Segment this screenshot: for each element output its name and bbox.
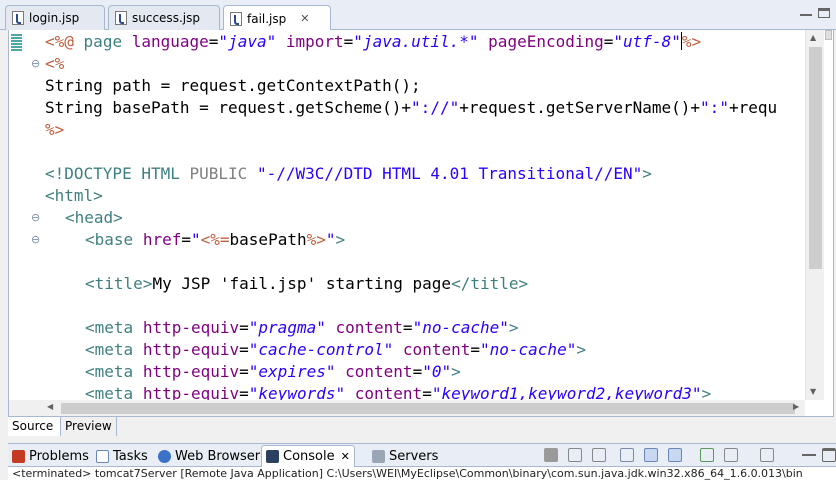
editor-tab-bar: login.jsp success.jsp fail.jsp ✕ [0, 0, 836, 31]
scroll-right-icon[interactable]: ▶ [793, 402, 799, 411]
terminate-icon[interactable] [544, 448, 558, 462]
vertical-scrollbar[interactable]: ▲ ▼ [805, 30, 824, 400]
code-line: <meta http-equiv="expires" content="0"> [85, 362, 461, 381]
code-line: %> [45, 120, 65, 139]
left-edge [0, 30, 8, 480]
fold-icon[interactable]: ⊖ [31, 57, 40, 70]
code-area[interactable]: <%@ page language="java" import="java.ut… [45, 30, 805, 400]
scroll-left-icon[interactable]: ◀ [47, 402, 53, 411]
code-line: <meta http-equiv="pragma" content="no-ca… [85, 318, 519, 337]
fold-icon[interactable]: ⊖ [31, 233, 40, 246]
problems-icon [12, 449, 25, 463]
tasks-icon [96, 449, 109, 463]
tab-label: fail.jsp [247, 11, 287, 26]
show-on-stderr-icon[interactable] [668, 448, 682, 462]
code-line: <!DOCTYPE HTML PUBLIC "-//W3C//DTD HTML … [45, 164, 652, 183]
close-icon[interactable]: ✕ [300, 12, 309, 25]
code-line: <base href="<%=basePath%>"> [85, 230, 346, 249]
annotation-ruler: ⊖ ⊖ ⊖ [9, 30, 45, 400]
tab-fail-jsp[interactable]: fail.jsp ✕ [223, 5, 331, 31]
code-line: <head> [65, 208, 123, 227]
close-icon[interactable]: ✕ [341, 450, 350, 463]
scroll-thumb[interactable] [809, 47, 822, 269]
code-line: <title>My JSP 'fail.jsp' starting page</… [85, 274, 529, 293]
code-line: <meta http-equiv="keywords" content="key… [85, 384, 712, 400]
scroll-lock-icon[interactable] [620, 448, 634, 462]
web-browser-icon [158, 449, 171, 463]
code-editor[interactable]: ⊖ ⊖ ⊖ <%@ page language="java" import="j… [8, 30, 834, 416]
show-on-stdout-icon[interactable] [644, 448, 658, 462]
scroll-thumb[interactable] [61, 403, 795, 414]
console-status-line: <terminated> tomcat7Server [Remote Java … [8, 467, 836, 480]
minimize-icon[interactable] [802, 448, 816, 456]
tab-source[interactable]: Source [8, 417, 61, 436]
code-line: <%@ page language="java" import="java.ut… [45, 32, 702, 51]
remove-all-icon[interactable] [592, 448, 606, 462]
horizontal-scrollbar[interactable]: ◀ ▶ [9, 400, 805, 416]
jsp-file-icon [115, 11, 127, 25]
tab-web-browser[interactable]: Web Browser [154, 445, 264, 467]
jsp-file-icon [230, 11, 242, 26]
tab-label: login.jsp [29, 11, 80, 25]
minimize-button[interactable] [800, 8, 812, 16]
editor-mode-tabs: Source Preview [8, 416, 834, 436]
console-icon [266, 450, 279, 463]
scroll-down-icon[interactable]: ▼ [810, 387, 816, 396]
code-line: <% [45, 54, 65, 73]
maximize-button[interactable] [818, 8, 830, 18]
tab-login-jsp[interactable]: login.jsp [5, 5, 105, 30]
display-console-icon[interactable] [724, 448, 738, 462]
maximize-icon[interactable] [822, 448, 836, 462]
tab-preview[interactable]: Preview [61, 417, 117, 436]
servers-icon [372, 449, 385, 463]
pin-console-icon[interactable] [700, 448, 714, 462]
code-line: String basePath = request.getScheme()+":… [45, 98, 778, 117]
current-line-marker [11, 33, 22, 51]
tab-tasks[interactable]: Tasks [92, 445, 152, 467]
scroll-up-icon[interactable]: ▲ [810, 33, 816, 42]
tab-servers[interactable]: Servers [368, 445, 442, 467]
code-line: String path = request.getContextPath(); [45, 76, 421, 95]
code-line: <meta http-equiv="cache-control" content… [85, 340, 586, 359]
tab-label: success.jsp [132, 11, 200, 25]
overview-ruler [824, 30, 833, 416]
tab-success-jsp[interactable]: success.jsp [108, 5, 220, 30]
tab-console[interactable]: Console ✕ [261, 445, 355, 467]
code-line: <html> [45, 186, 103, 205]
jsp-file-icon [12, 11, 24, 25]
tab-problems[interactable]: Problems [8, 445, 93, 467]
fold-icon[interactable]: ⊖ [31, 211, 40, 224]
open-console-icon[interactable] [760, 448, 774, 462]
views-tab-bar: Problems Tasks Web Browser Console ✕ Ser… [8, 443, 836, 467]
remove-launch-icon[interactable] [568, 448, 582, 462]
overview-marker[interactable] [825, 30, 832, 40]
